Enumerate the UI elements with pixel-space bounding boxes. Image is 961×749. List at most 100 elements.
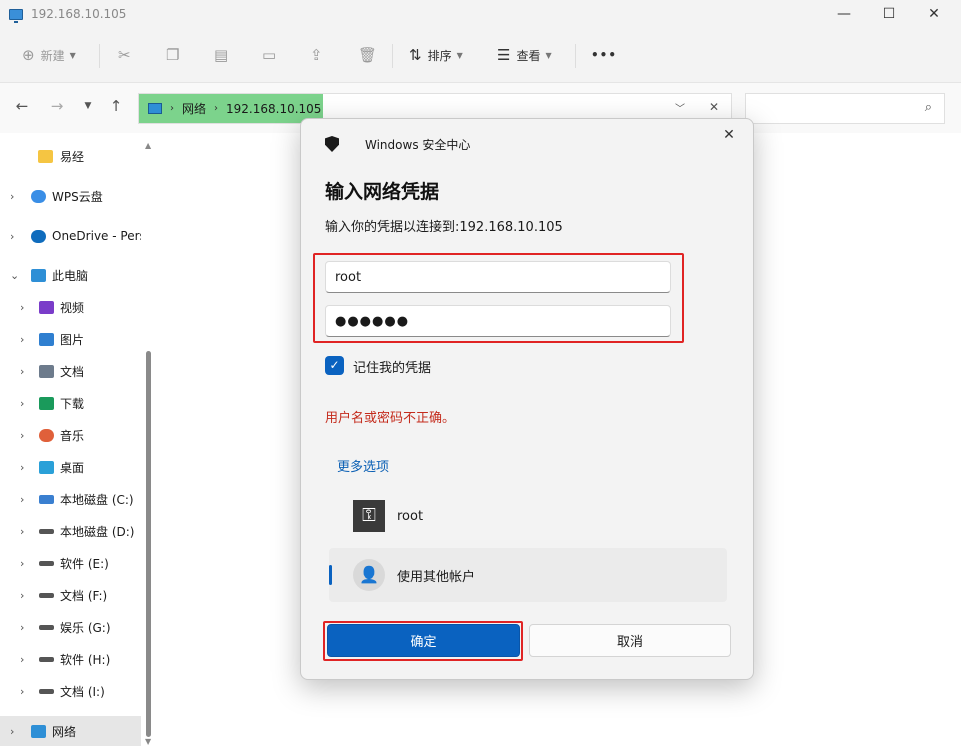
chevron-right-icon[interactable]: › xyxy=(20,301,24,314)
more-options-link[interactable]: 更多选项 xyxy=(337,456,389,475)
up-arrow-icon[interactable]: ↑ xyxy=(106,97,126,119)
sidebar-item-label: 软件 (H:) xyxy=(60,652,111,667)
scrollbar-thumb[interactable] xyxy=(146,351,151,737)
chevron-right-icon[interactable]: › xyxy=(20,461,24,474)
chevron-right-icon[interactable]: › xyxy=(10,190,14,203)
share-button[interactable]: ⇪ xyxy=(310,41,329,69)
sidebar-scrollbar[interactable]: ▲ ▼ xyxy=(143,141,155,747)
delete-button[interactable]: 🗑 xyxy=(358,41,383,69)
dialog-title: 输入网络凭据 xyxy=(325,181,440,203)
chevron-right-icon[interactable]: › xyxy=(20,493,24,506)
sidebar-item-network[interactable]: › 网络 xyxy=(0,716,141,746)
view-icon: ☰ xyxy=(497,46,511,64)
sidebar-item-videos[interactable]: › 视频 xyxy=(0,292,141,322)
chevron-right-icon[interactable]: › xyxy=(20,589,24,602)
ok-button[interactable]: 确定 xyxy=(327,624,520,657)
chevron-right-icon[interactable]: › xyxy=(20,621,24,634)
maximize-button[interactable]: ☐ xyxy=(866,0,912,28)
drive-icon xyxy=(39,689,54,694)
sidebar-item-wps[interactable]: › WPS云盘 xyxy=(0,181,141,211)
breadcrumb-host[interactable]: 192.168.10.105 xyxy=(226,102,321,116)
chevron-right-icon[interactable]: › xyxy=(20,653,24,666)
dialog-close-button[interactable]: ✕ xyxy=(719,127,739,143)
close-window-button[interactable]: ✕ xyxy=(911,0,957,28)
paste-button[interactable]: ▤ xyxy=(214,41,234,69)
chevron-right-icon[interactable]: › xyxy=(20,557,24,570)
sidebar-item-music[interactable]: › 音乐 xyxy=(0,420,141,450)
more-button[interactable]: ••• xyxy=(591,41,617,69)
chevron-down-icon[interactable]: ﹀ xyxy=(675,100,685,115)
sidebar-item-drive-e[interactable]: › 软件 (E:) xyxy=(0,548,141,578)
dialog-app-name: Windows 安全中心 xyxy=(365,138,471,152)
copy-icon: ❐ xyxy=(166,46,180,64)
chevron-right-icon[interactable]: › xyxy=(10,725,14,738)
sidebar-item-label: WPS云盘 xyxy=(52,189,103,204)
sidebar-item-drive-f[interactable]: › 文档 (F:) xyxy=(0,580,141,610)
account-other[interactable]: 👤 使用其他帐户 xyxy=(329,548,727,602)
chevron-right-icon[interactable]: › xyxy=(20,525,24,538)
rename-icon: ▭ xyxy=(262,46,277,64)
account-label: 使用其他帐户 xyxy=(397,569,476,585)
sidebar-item-label: 娱乐 (G:) xyxy=(60,620,111,635)
scissors-icon: ✂ xyxy=(118,46,131,64)
cancel-button[interactable]: 取消 xyxy=(529,624,731,657)
sidebar-item-desktop[interactable]: › 桌面 xyxy=(0,452,141,482)
account-root[interactable]: ⚿ root xyxy=(329,489,727,543)
network-icon xyxy=(31,724,46,738)
sidebar-item-onedrive[interactable]: › OneDrive - Personal xyxy=(0,221,141,251)
minimize-button[interactable]: — xyxy=(821,0,867,28)
remember-checkbox[interactable]: ✓ xyxy=(325,356,344,375)
sidebar-item-downloads[interactable]: › 下载 xyxy=(0,388,141,418)
new-button[interactable]: ⊕ 新建 ▼ xyxy=(22,41,76,69)
chevron-right-icon[interactable]: › xyxy=(20,429,24,442)
chevron-down-icon: ▼ xyxy=(456,50,463,60)
music-icon xyxy=(39,428,54,442)
sidebar-item-label: 文档 (F:) xyxy=(60,588,108,603)
navigation-pane: 易经 › WPS云盘 › OneDrive - Personal ⌄ 此电脑 ›… xyxy=(0,133,157,749)
view-label: 查看 xyxy=(516,48,541,63)
sidebar-item-label: 本地磁盘 (D:) xyxy=(60,524,135,539)
rename-button[interactable]: ▭ xyxy=(262,41,282,69)
chevron-right-icon[interactable]: › xyxy=(20,333,24,346)
sidebar-item-yijing[interactable]: 易经 xyxy=(0,141,141,171)
sidebar-item-drive-c[interactable]: › 本地磁盘 (C:) xyxy=(0,484,141,514)
cloud-icon xyxy=(31,189,46,203)
command-bar: ⊕ 新建 ▼ ✂ ❐ ▤ ▭ ⇪ 🗑 ⇅ 排序 ▼ ☰ 查看 ▼ ••• xyxy=(0,28,961,83)
sidebar-item-drive-h[interactable]: › 软件 (H:) xyxy=(0,644,141,674)
drive-icon xyxy=(39,593,54,598)
chevron-right-icon[interactable]: › xyxy=(10,230,14,243)
sidebar-item-pictures[interactable]: › 图片 xyxy=(0,324,141,354)
selection-marker xyxy=(329,565,332,585)
sort-button[interactable]: ⇅ 排序 ▼ xyxy=(409,41,463,69)
chevron-right-icon[interactable]: › xyxy=(20,685,24,698)
sidebar-item-label: OneDrive - Personal xyxy=(52,229,141,243)
back-arrow-icon[interactable]: ← xyxy=(12,97,32,119)
chevron-right-icon[interactable]: › xyxy=(20,397,24,410)
picture-icon xyxy=(39,332,54,346)
cut-button[interactable]: ✂ xyxy=(118,41,137,69)
scroll-up-icon[interactable]: ▲ xyxy=(145,141,151,150)
view-button[interactable]: ☰ 查看 ▼ xyxy=(497,41,552,69)
sidebar-item-this-pc[interactable]: ⌄ 此电脑 xyxy=(0,260,141,290)
chevron-down-icon[interactable]: ⌄ xyxy=(10,269,19,282)
sidebar-item-drive-g[interactable]: › 娱乐 (G:) xyxy=(0,612,141,642)
recent-chevron-icon[interactable]: ▼ xyxy=(78,101,98,123)
forward-arrow-icon[interactable]: → xyxy=(47,97,67,119)
copy-button[interactable]: ❐ xyxy=(166,41,185,69)
scroll-down-icon[interactable]: ▼ xyxy=(145,737,151,746)
breadcrumb-network[interactable]: 网络 xyxy=(182,100,206,117)
sidebar-item-documents[interactable]: › 文档 xyxy=(0,356,141,386)
password-field[interactable] xyxy=(325,305,671,337)
computer-icon xyxy=(9,8,23,23)
sidebar-item-drive-i[interactable]: › 文档 (I:) xyxy=(0,676,141,706)
username-field[interactable] xyxy=(325,261,671,293)
close-icon[interactable]: ✕ xyxy=(709,100,719,114)
credentials-dialog: Windows 安全中心 ✕ 输入网络凭据 输入你的凭据以连接到:192.168… xyxy=(300,118,754,680)
sidebar-item-drive-d[interactable]: › 本地磁盘 (D:) xyxy=(0,516,141,546)
search-box[interactable]: ⌕ xyxy=(745,93,945,124)
sidebar-item-label: 下载 xyxy=(60,396,85,411)
sidebar-item-label: 网络 xyxy=(52,724,77,739)
chevron-right-icon[interactable]: › xyxy=(20,365,24,378)
drive-icon xyxy=(39,529,54,534)
drive-icon xyxy=(39,561,54,566)
